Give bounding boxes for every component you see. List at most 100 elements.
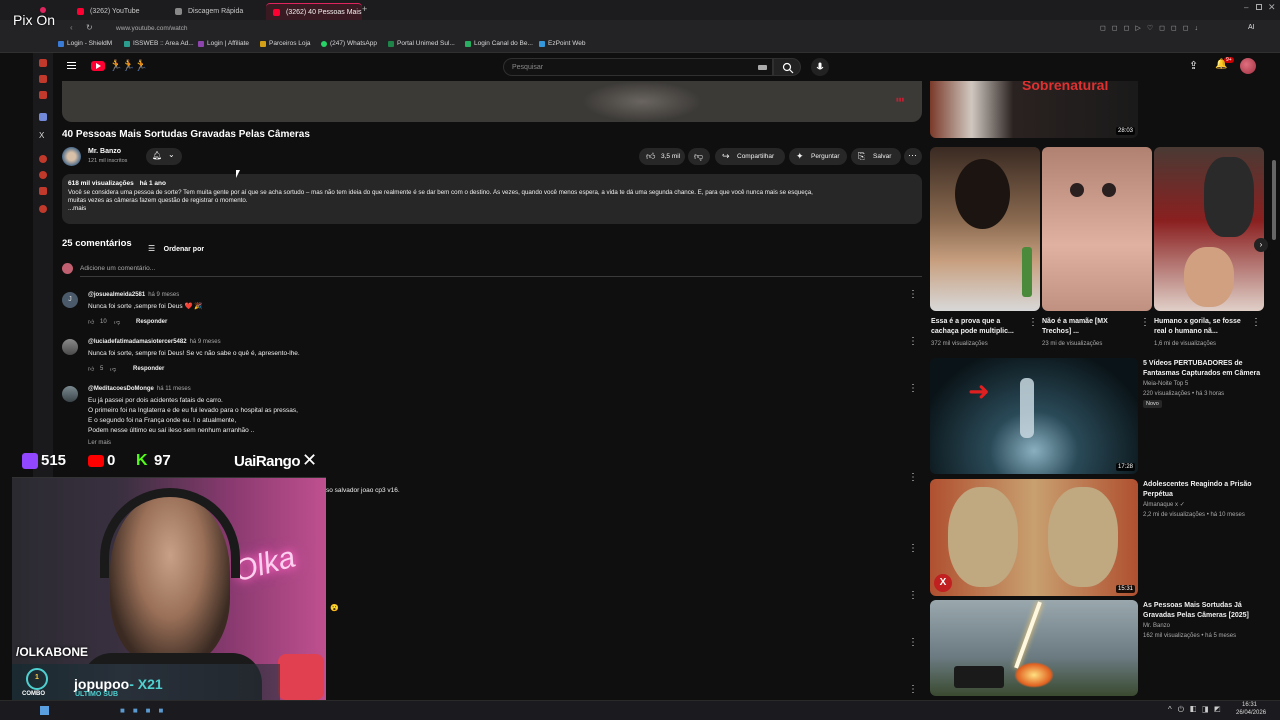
reply-button[interactable]: Responder: [133, 366, 164, 372]
bookmark-parceiros[interactable]: Parceiros Loja: [260, 40, 311, 47]
comment-avatar[interactable]: J: [62, 292, 78, 308]
avatar[interactable]: [1240, 58, 1256, 74]
read-more-link[interactable]: Ler mais: [88, 440, 111, 446]
related-video-thumbnail[interactable]: [930, 600, 1138, 696]
related-video-channel[interactable]: Almanaque x ✓: [1143, 501, 1185, 510]
bookmark-unimed[interactable]: Portal Unimed Sul...: [388, 40, 455, 47]
panel-icon[interactable]: [39, 155, 47, 163]
bookmark-issweb[interactable]: ISSWEB :: Area Ad...: [124, 40, 194, 47]
shorts-next-arrow-icon[interactable]: ›: [1254, 238, 1268, 252]
panel-icon[interactable]: [39, 113, 47, 121]
related-video-thumbnail[interactable]: X 15:31: [930, 479, 1138, 596]
channel-name[interactable]: Mr. Banzo: [88, 148, 121, 155]
comment-menu-icon[interactable]: ⋮: [908, 290, 918, 300]
video-player[interactable]: ▮▮▮: [62, 81, 922, 122]
ai-button[interactable]: AI: [1248, 24, 1255, 31]
description-box[interactable]: 618 mil visualizações há 1 ano Você se c…: [62, 174, 922, 224]
short-title[interactable]: Essa é a prova que a cachaça pode multip…: [931, 317, 1025, 337]
youtube-logo-icon[interactable]: [91, 61, 105, 71]
bookmark-affiliate[interactable]: Login | Affiliate: [198, 40, 249, 47]
comment-author[interactable]: @josuealmeida2581 há 9 meses: [88, 292, 179, 298]
related-video-thumbnail[interactable]: Sobrenatural 28:03: [930, 81, 1138, 138]
bookmark-shieldm[interactable]: Login - ShieldM: [58, 40, 112, 47]
dislike-button[interactable]: 👎︎: [688, 148, 710, 165]
back-icon[interactable]: ‹: [70, 23, 73, 32]
comment-author[interactable]: @luciadefatimadamasiotercer5482 há 9 mese…: [88, 339, 221, 345]
comment-menu-icon[interactable]: ⋮: [908, 384, 918, 394]
minimize-icon[interactable]: –: [1244, 3, 1248, 12]
save-button[interactable]: ⎘ Salvar: [851, 148, 901, 165]
comment-author[interactable]: @MeditacoesDoMonge há 11 meses: [88, 386, 191, 392]
comment-dislike-button[interactable]: 👎︎: [114, 318, 120, 326]
more-actions-button[interactable]: ⋯: [904, 148, 922, 165]
panel-icon[interactable]: [39, 171, 47, 179]
tab-discagem[interactable]: Discagem Rápida: [168, 3, 264, 20]
start-icon[interactable]: [40, 706, 49, 715]
short-menu-icon[interactable]: ⋮: [1251, 318, 1261, 328]
comment-like-button[interactable]: 👍︎: [88, 365, 94, 373]
extension-icons[interactable]: ◻◻◻▷♡◻◻◻↓: [1100, 24, 1204, 32]
bookmark-whatsapp[interactable]: (247) WhatsApp: [321, 40, 377, 47]
comment-menu-icon[interactable]: ⋮: [908, 337, 918, 347]
voice-search-button[interactable]: [811, 58, 829, 76]
x-social-icon[interactable]: X: [39, 131, 44, 140]
comment-username[interactable]: @MeditacoesDoMonge: [88, 386, 154, 392]
like-button[interactable]: 👍︎ 3,5 mil: [639, 148, 685, 165]
search-button[interactable]: [773, 58, 801, 76]
comment-menu-icon[interactable]: ⋮: [908, 473, 918, 483]
page-scrollbar[interactable]: [1272, 160, 1276, 240]
short-thumbnail[interactable]: [1042, 147, 1152, 311]
short-title[interactable]: Não é a mamãe [MX Trechos] ...: [1042, 317, 1136, 337]
add-comment-input[interactable]: Adicione um comentário...: [80, 265, 155, 272]
close-window-icon[interactable]: ✕: [1268, 2, 1276, 13]
url-field[interactable]: www.youtube.com/watch: [116, 25, 188, 32]
comment-username[interactable]: @luciadefatimadamasiotercer5482: [88, 339, 187, 345]
subscribe-bell-button[interactable]: 🔔︎ ⌄: [146, 148, 182, 165]
tray-icons[interactable]: ^⏻◧◨◩: [1168, 705, 1226, 715]
short-title[interactable]: Humano x gorila, se fosse real o humano …: [1154, 317, 1248, 337]
related-video-title[interactable]: 5 Vídeos PERTUBADORES de Fantasmas Captu…: [1143, 359, 1268, 379]
menu-icon[interactable]: [67, 62, 76, 69]
panel-icon[interactable]: [39, 91, 47, 99]
panel-icon[interactable]: [39, 187, 47, 195]
tab-youtube[interactable]: (3262) YouTube: [70, 3, 166, 20]
related-video-title[interactable]: Adolescentes Reagindo a Prisão Perpétua: [1143, 480, 1268, 500]
comment-menu-icon[interactable]: ⋮: [908, 638, 918, 648]
reload-icon[interactable]: ↻: [86, 23, 93, 32]
comment-menu-icon[interactable]: ⋮: [908, 591, 918, 601]
search-input[interactable]: Pesquisar: [503, 58, 773, 76]
upload-icon[interactable]: ⇪: [1189, 59, 1198, 72]
show-more-link[interactable]: ...mais: [68, 205, 916, 212]
reply-button[interactable]: Responder: [136, 319, 167, 325]
keyboard-icon[interactable]: [758, 65, 767, 70]
related-video-channel[interactable]: Mr. Banzo: [1143, 622, 1170, 631]
comment-username[interactable]: @josuealmeida2581: [88, 292, 145, 298]
panel-icon[interactable]: [39, 59, 47, 67]
related-video-channel[interactable]: Meia-Noite Top 5: [1143, 380, 1188, 389]
ask-button[interactable]: ✦ Perguntar: [789, 148, 847, 165]
panel-icon[interactable]: [39, 75, 47, 83]
emoji-reaction: 😮: [330, 605, 339, 612]
new-tab-button[interactable]: +: [362, 4, 367, 14]
settings-icon[interactable]: [39, 205, 47, 213]
comment-menu-icon[interactable]: ⋮: [908, 544, 918, 554]
related-video-thumbnail[interactable]: ➜ 17:28: [930, 358, 1138, 474]
comment-like-button[interactable]: 👍︎: [88, 318, 94, 326]
bookmark-ezpoint[interactable]: EzPoint Web: [539, 40, 585, 47]
short-thumbnail[interactable]: [1154, 147, 1264, 311]
comment-dislike-button[interactable]: 👎︎: [110, 365, 116, 373]
channel-avatar[interactable]: [62, 147, 81, 166]
short-menu-icon[interactable]: ⋮: [1140, 318, 1150, 328]
tab-current-video[interactable]: (3262) 40 Pessoas Mais: [266, 3, 362, 20]
related-video-title[interactable]: As Pessoas Mais Sortudas Já Gravadas Pel…: [1143, 601, 1268, 621]
maximize-icon[interactable]: [1256, 4, 1262, 10]
comment-avatar[interactable]: [62, 339, 78, 355]
short-thumbnail[interactable]: [930, 147, 1040, 311]
short-menu-icon[interactable]: ⋮: [1028, 318, 1038, 328]
taskbar-app-icons[interactable]: ■■■■: [120, 706, 171, 715]
sort-button[interactable]: ☰ Ordenar por: [148, 238, 204, 256]
comment-menu-icon[interactable]: ⋮: [908, 685, 918, 695]
bookmark-canal[interactable]: Login Canal do Be...: [465, 40, 533, 47]
share-button[interactable]: ↪ Compartilhar: [715, 148, 785, 165]
comment-avatar[interactable]: [62, 386, 78, 402]
